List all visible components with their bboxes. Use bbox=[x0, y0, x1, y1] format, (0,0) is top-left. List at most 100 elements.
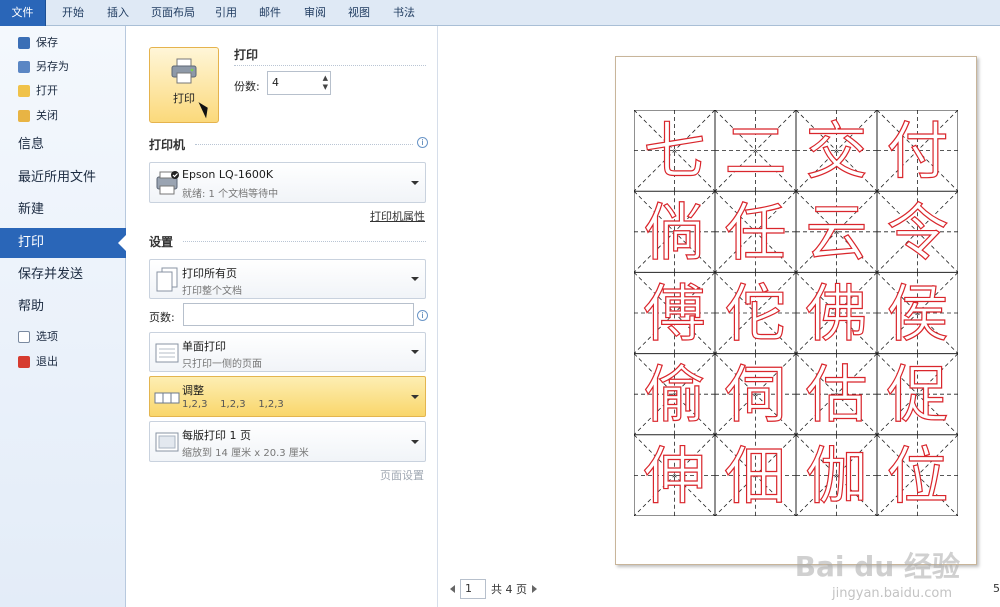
copies-label: 份数: bbox=[234, 80, 260, 93]
sidebar-item-label: 保存 bbox=[36, 36, 58, 49]
calligraphy-character: 佃 bbox=[724, 439, 786, 512]
per-sheet-main: 每版打印 1 页 bbox=[182, 429, 251, 442]
sidebar-item-label: 打开 bbox=[36, 84, 58, 97]
printer-name: Epson LQ-1600K bbox=[182, 168, 274, 181]
chevron-down-icon bbox=[411, 277, 419, 281]
watermark-url: jingyan.baidu.com bbox=[832, 586, 952, 601]
calligraphy-character: 伸 bbox=[643, 439, 705, 512]
calligraphy-character: 二 bbox=[724, 115, 786, 188]
calligraphy-grid: 七二交付倘任云令傅佗佛侯偷伺估促伸佃伽位 bbox=[634, 110, 958, 516]
pages-icon bbox=[156, 267, 178, 292]
pages-per-sheet-dropdown[interactable]: 每版打印 1 页 缩放到 14 厘米 x 20.3 厘米 bbox=[149, 421, 426, 462]
sidebar-item-recent[interactable]: 最近所用文件 bbox=[0, 163, 126, 193]
calligraphy-character: 云 bbox=[805, 196, 867, 269]
divider bbox=[234, 65, 426, 66]
info-icon[interactable]: i bbox=[417, 310, 428, 321]
sidebar-item-save-send[interactable]: 保存并发送 bbox=[0, 260, 126, 290]
chevron-down-icon bbox=[411, 394, 419, 399]
save-icon bbox=[18, 37, 30, 49]
copies-stepper[interactable]: 4 ▲ ▼ bbox=[267, 71, 331, 95]
zoom-level[interactable]: 5 bbox=[993, 582, 1000, 595]
next-page-icon[interactable] bbox=[532, 585, 537, 593]
page-navigation: 1 共 4 页 bbox=[450, 579, 537, 599]
backstage-sidebar: 保存 另存为 打开 关闭 信息 最近所用文件 新建 打印 保存并发送 帮助 选项… bbox=[0, 26, 126, 607]
printer-dropdown[interactable]: Epson LQ-1600K 就绪: 1 个文档等待中 bbox=[149, 162, 426, 203]
tab-view[interactable]: 视图 bbox=[342, 0, 376, 26]
page-number-input[interactable]: 1 bbox=[460, 579, 486, 599]
previous-page-icon[interactable] bbox=[450, 585, 455, 593]
pages-input[interactable] bbox=[183, 303, 414, 326]
page-setup-link[interactable]: 页面设置 bbox=[380, 467, 424, 483]
print-button[interactable]: 打印 bbox=[149, 47, 219, 123]
sidebar-item-help[interactable]: 帮助 bbox=[0, 292, 126, 322]
calligraphy-character: 伽 bbox=[805, 439, 867, 512]
sidebar-item-info[interactable]: 信息 bbox=[0, 130, 126, 160]
tab-page-layout[interactable]: 页面布局 bbox=[145, 0, 201, 26]
print-section-title: 打印 bbox=[234, 48, 259, 62]
tab-references[interactable]: 引用 bbox=[209, 0, 243, 26]
calligraphy-character: 侯 bbox=[886, 277, 948, 350]
calligraphy-character: 佗 bbox=[724, 277, 786, 350]
sidebar-item-label: 退出 bbox=[36, 355, 58, 368]
print-settings-panel: 打印 打印 份数: 4 ▲ ▼ 打印机 i Epson LQ-1600K 就绪: … bbox=[127, 26, 438, 607]
copies-value: 4 bbox=[272, 76, 279, 89]
calligraphy-character: 伺 bbox=[724, 358, 786, 431]
print-preview: 七二交付倘任云令傅佗佛侯偷伺估促伸佃伽位 Bai du 经验 jingyan.b… bbox=[439, 26, 1000, 607]
options-icon bbox=[18, 331, 30, 343]
calligraphy-character: 偷 bbox=[643, 358, 705, 431]
calligraphy-character: 任 bbox=[724, 196, 786, 269]
sidebar-item-save-as[interactable]: 另存为 bbox=[18, 57, 69, 77]
printer-icon bbox=[171, 58, 197, 84]
print-button-label: 打印 bbox=[173, 92, 195, 105]
calligraphy-character: 促 bbox=[886, 358, 948, 431]
calligraphy-character: 位 bbox=[886, 439, 948, 512]
sidebar-item-print[interactable]: 打印 bbox=[0, 228, 126, 258]
per-sheet-sub: 缩放到 14 厘米 x 20.3 厘米 bbox=[182, 448, 309, 459]
divider bbox=[183, 241, 426, 242]
collate-main: 调整 bbox=[182, 384, 204, 397]
range-sub: 打印整个文档 bbox=[182, 286, 242, 297]
printer-device-icon bbox=[156, 171, 179, 195]
close-folder-icon bbox=[18, 110, 30, 122]
sidebar-item-label: 另存为 bbox=[36, 60, 69, 73]
sidebar-item-label: 选项 bbox=[36, 330, 58, 343]
spin-arrows-icon[interactable]: ▲ ▼ bbox=[323, 74, 328, 92]
collate-sub: 1,2,3 1,2,3 1,2,3 bbox=[182, 399, 284, 410]
save-as-icon bbox=[18, 61, 30, 73]
page-per-sheet-icon bbox=[155, 432, 179, 452]
sidebar-item-close[interactable]: 关闭 bbox=[18, 106, 58, 126]
calligraphy-character: 傅 bbox=[643, 277, 705, 350]
sidebar-item-new[interactable]: 新建 bbox=[0, 195, 126, 225]
printer-section-title: 打印机 bbox=[149, 138, 186, 152]
tab-insert[interactable]: 插入 bbox=[101, 0, 135, 26]
watermark: Bai du 经验 bbox=[794, 550, 960, 583]
divider bbox=[195, 144, 413, 145]
settings-section-title: 设置 bbox=[149, 235, 174, 249]
sidebar-item-save[interactable]: 保存 bbox=[18, 33, 58, 53]
calligraphy-character: 佛 bbox=[805, 277, 867, 350]
collate-dropdown[interactable]: 调整 1,2,3 1,2,3 1,2,3 bbox=[149, 376, 426, 417]
print-range-dropdown[interactable]: 打印所有页 打印整个文档 bbox=[149, 259, 426, 299]
printer-properties-link[interactable]: 打印机属性 bbox=[370, 208, 425, 224]
tab-home[interactable]: 开始 bbox=[56, 0, 90, 26]
sidebar-item-exit[interactable]: 退出 bbox=[18, 352, 58, 372]
calligraphy-character: 估 bbox=[805, 358, 867, 431]
sidebar-item-options[interactable]: 选项 bbox=[18, 327, 58, 347]
tab-mailings[interactable]: 邮件 bbox=[253, 0, 287, 26]
range-main: 打印所有页 bbox=[182, 267, 237, 280]
tab-calligraphy[interactable]: 书法 bbox=[387, 0, 421, 26]
open-folder-icon bbox=[18, 85, 30, 97]
tab-file[interactable]: 文件 bbox=[0, 0, 46, 26]
printer-status: 就绪: 1 个文档等待中 bbox=[182, 189, 279, 200]
calligraphy-character: 付 bbox=[886, 115, 948, 188]
sides-dropdown[interactable]: 单面打印 只打印一侧的页面 bbox=[149, 332, 426, 372]
chevron-down-icon bbox=[411, 350, 419, 354]
info-icon[interactable]: i bbox=[417, 137, 428, 148]
single-sided-icon bbox=[155, 343, 179, 363]
sidebar-item-open[interactable]: 打开 bbox=[18, 81, 58, 101]
calligraphy-character: 倘 bbox=[643, 196, 705, 269]
sides-main: 单面打印 bbox=[182, 340, 226, 353]
pages-label: 页数: bbox=[149, 311, 175, 324]
tab-review[interactable]: 审阅 bbox=[298, 0, 332, 26]
sides-sub: 只打印一侧的页面 bbox=[182, 359, 262, 370]
